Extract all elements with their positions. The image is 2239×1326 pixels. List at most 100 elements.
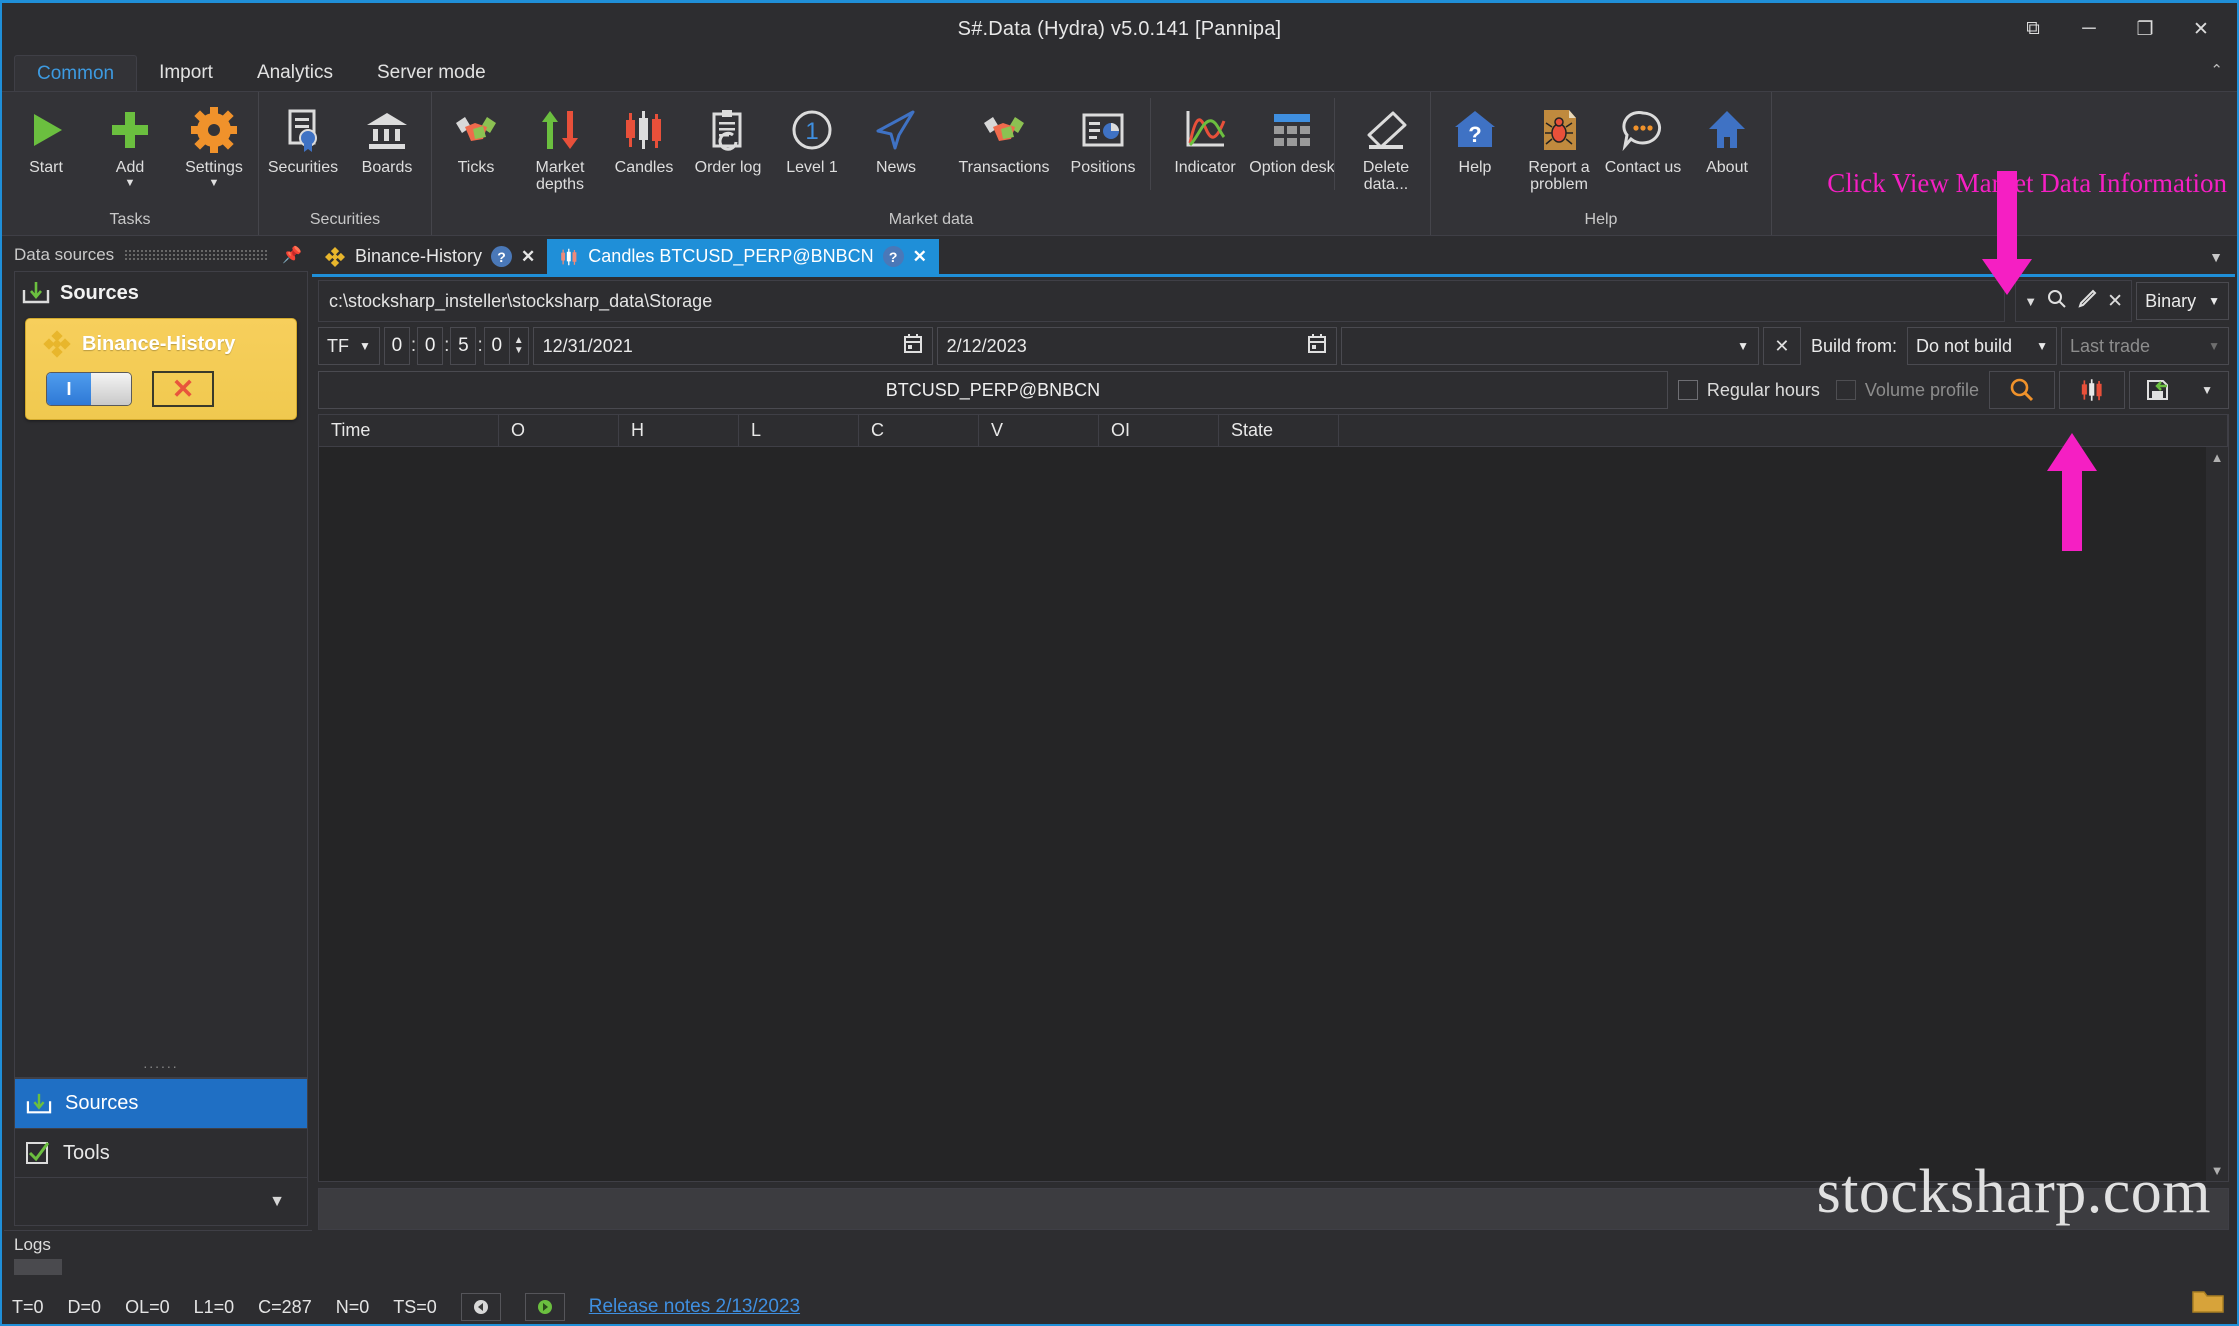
- view-market-data-info-button[interactable]: [1989, 371, 2055, 409]
- pencil-icon[interactable]: [2077, 289, 2097, 314]
- build-from-dropdown[interactable]: Do not build ▼: [1907, 327, 2057, 365]
- ribbon-button-indicator[interactable]: Indicator: [1160, 98, 1250, 190]
- calendar-icon[interactable]: [1307, 333, 1327, 359]
- ribbon-button-delete-data[interactable]: Delete data...: [1344, 98, 1428, 194]
- ribbon-button-report-problem[interactable]: Report a problem: [1517, 98, 1601, 194]
- chevron-down-icon[interactable]: ▼: [269, 1193, 285, 1211]
- timeframe-days[interactable]: 0: [384, 327, 410, 365]
- timeframe-seconds[interactable]: 0: [484, 327, 510, 365]
- spin-down-icon[interactable]: ▼: [514, 346, 524, 356]
- document-tabs-overflow[interactable]: ▼: [2209, 239, 2235, 274]
- chevron-down-icon[interactable]: ▼: [2208, 294, 2220, 308]
- ribbon-button-label: Contact us: [1600, 159, 1686, 176]
- chevron-down-icon[interactable]: ▼: [2201, 383, 2213, 397]
- source-delete-button[interactable]: ✕: [152, 371, 214, 407]
- timeframe-spin-buttons[interactable]: ▲ ▼: [510, 327, 529, 365]
- ribbon-button-about[interactable]: About: [1685, 98, 1769, 190]
- timeframe-hours[interactable]: 0: [417, 327, 443, 365]
- ribbon-button-news[interactable]: News: [854, 98, 938, 190]
- table-header-open[interactable]: O: [499, 415, 619, 446]
- folder-icon[interactable]: [2191, 1287, 2225, 1320]
- status-prev-button[interactable]: [461, 1293, 501, 1321]
- source-card-binance-history[interactable]: Binance-History I ✕: [25, 318, 297, 420]
- timeframe-stepper[interactable]: 0 : 0 : 5 : 0 ▲ ▼: [384, 327, 529, 365]
- view-chart-candle-button[interactable]: [2059, 371, 2125, 409]
- release-notes-link[interactable]: Release notes 2/13/2023: [589, 1296, 800, 1318]
- document-tab-candles[interactable]: Candles BTCUSD_PERP@BNBCN ? ✕: [547, 239, 939, 274]
- regular-hours-checkbox[interactable]: Regular hours: [1672, 380, 1826, 401]
- panel-resize-grip[interactable]: ......: [15, 1049, 307, 1077]
- ribbon-tab-server-mode[interactable]: Server mode: [355, 55, 508, 91]
- calendar-icon[interactable]: [903, 333, 923, 359]
- counter-transactions: TS=0: [393, 1297, 437, 1318]
- table-header-state[interactable]: State: [1219, 415, 1339, 446]
- scroll-up-icon[interactable]: ▲: [2211, 450, 2224, 465]
- ribbon-tab-analytics[interactable]: Analytics: [235, 55, 355, 91]
- filter-dropdown[interactable]: ▼: [1341, 327, 1759, 365]
- export-button[interactable]: ▼: [2129, 371, 2229, 409]
- ribbon-tab-common[interactable]: Common: [14, 55, 137, 91]
- sidebar-item-sources[interactable]: Sources: [14, 1078, 308, 1128]
- close-icon[interactable]: ✕: [521, 247, 535, 267]
- timeframe-type-dropdown[interactable]: TF ▼: [318, 327, 380, 365]
- chevron-down-icon[interactable]: ▼: [209, 177, 220, 189]
- pin-icon[interactable]: 📌: [278, 245, 306, 265]
- chevron-up-icon[interactable]: ⌃: [2210, 61, 2223, 79]
- ribbon-button-securities[interactable]: Securities: [261, 98, 345, 190]
- table-header-time[interactable]: Time: [319, 415, 499, 446]
- storage-path-field[interactable]: c:\stocksharp_insteller\stocksharp_data\…: [318, 280, 2005, 322]
- timeframe-minutes[interactable]: 5: [450, 327, 476, 365]
- ribbon-button-help[interactable]: ? Help: [1433, 98, 1517, 190]
- ribbon-button-order-log[interactable]: Order log: [686, 98, 770, 190]
- ribbon-button-contact-us[interactable]: Contact us: [1601, 98, 1685, 190]
- table-header-low[interactable]: L: [739, 415, 859, 446]
- chevron-down-icon[interactable]: ▼: [125, 177, 136, 189]
- close-button[interactable]: ✕: [2173, 7, 2229, 51]
- document-tab-binance-history[interactable]: Binance-History ? ✕: [312, 239, 547, 274]
- ribbon-button-start[interactable]: Start: [4, 98, 88, 190]
- date-to-field[interactable]: 2/12/2023: [937, 327, 1337, 365]
- source-enable-toggle[interactable]: I: [46, 372, 132, 406]
- ribbon-button-market-depths[interactable]: Market depths: [518, 98, 602, 194]
- date-from-field[interactable]: 12/31/2021: [533, 327, 933, 365]
- table-header-close[interactable]: C: [859, 415, 979, 446]
- paper-plane-icon: [873, 104, 919, 156]
- filter-clear-button[interactable]: ✕: [1763, 327, 1801, 365]
- chevron-down-icon[interactable]: ▼: [359, 339, 371, 353]
- ribbon-button-add[interactable]: Add ▼: [88, 98, 172, 190]
- build-source-dropdown[interactable]: Last trade ▼: [2061, 327, 2229, 365]
- checkbox-box[interactable]: [1836, 380, 1856, 400]
- restore-layout-button[interactable]: ⧉: [2005, 7, 2061, 51]
- sidebar-item-tools[interactable]: Tools: [14, 1128, 308, 1178]
- help-icon[interactable]: ?: [883, 246, 904, 267]
- ribbon-button-label: Transactions: [949, 159, 1059, 176]
- volume-profile-checkbox[interactable]: Volume profile: [1830, 380, 1985, 401]
- minimize-button[interactable]: ─: [2061, 7, 2117, 51]
- close-icon[interactable]: ✕: [2107, 290, 2123, 313]
- security-field[interactable]: BTCUSD_PERP@BNBCN: [318, 371, 1668, 409]
- ribbon-button-transactions[interactable]: Transactions: [952, 98, 1056, 190]
- chevron-down-icon[interactable]: ▼: [1737, 339, 1749, 353]
- ribbon-button-option-desk[interactable]: Option desk: [1250, 98, 1334, 190]
- search-icon[interactable]: [2047, 289, 2067, 314]
- ribbon-button-ticks[interactable]: Ticks: [434, 98, 518, 190]
- help-icon[interactable]: ?: [491, 246, 512, 267]
- ribbon-button-settings[interactable]: Settings ▼: [172, 98, 256, 190]
- drag-handle-dots[interactable]: [124, 249, 268, 261]
- ribbon-button-boards[interactable]: Boards: [345, 98, 429, 190]
- table-header-volume[interactable]: V: [979, 415, 1099, 446]
- status-next-button[interactable]: [525, 1293, 565, 1321]
- checkbox-box[interactable]: [1678, 380, 1698, 400]
- close-icon[interactable]: ✕: [913, 247, 927, 267]
- chevron-down-icon[interactable]: ▼: [2036, 339, 2048, 353]
- ribbon-tab-import[interactable]: Import: [137, 55, 235, 91]
- table-header-high[interactable]: H: [619, 415, 739, 446]
- table-vertical-scrollbar[interactable]: ▲ ▼: [2206, 447, 2228, 1181]
- table-header-oi[interactable]: OI: [1099, 415, 1219, 446]
- ribbon-button-candles[interactable]: Candles: [602, 98, 686, 190]
- scroll-down-icon[interactable]: ▼: [2211, 1163, 2224, 1178]
- ribbon-button-positions[interactable]: Positions: [1056, 98, 1150, 190]
- storage-format-dropdown[interactable]: Binary ▼: [2136, 282, 2229, 320]
- ribbon-button-level-1[interactable]: 1 Level 1: [770, 98, 854, 190]
- maximize-button[interactable]: ❐: [2117, 7, 2173, 51]
